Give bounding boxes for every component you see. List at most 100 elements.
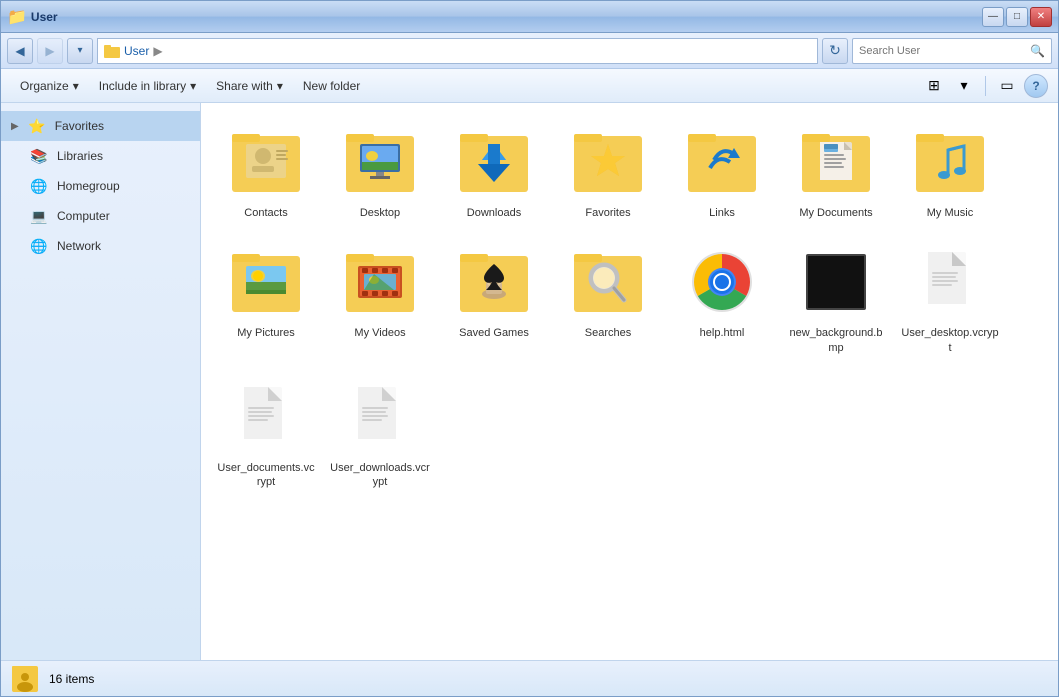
back-button[interactable]: ◀ (7, 38, 33, 64)
file-item-downloads[interactable]: Downloads (439, 113, 549, 229)
address-path[interactable]: User ▶ (97, 38, 818, 64)
mypictures-icon (226, 242, 306, 322)
userdownloads-label: User_downloads.vcrypt (330, 461, 430, 490)
sidebar-item-libraries[interactable]: 📚 Libraries (1, 141, 200, 171)
favorites-folder-label: Favorites (585, 206, 630, 220)
folder-icon: 📁 (7, 7, 27, 27)
file-item-newbg[interactable]: new_background.bmp (781, 233, 891, 364)
homegroup-icon: 🌐 (29, 176, 49, 196)
toolbar-right: ⊞ ▾ ▭ ? (921, 73, 1048, 99)
userdesktop-icon (910, 242, 990, 322)
favorites-arrow: ▶ (11, 121, 19, 132)
search-input[interactable] (859, 45, 1026, 57)
savedgames-label: Saved Games (459, 326, 529, 340)
search-box[interactable]: 🔍 (852, 38, 1052, 64)
libraries-icon: 📚 (29, 146, 49, 166)
file-grid: Contacts (201, 103, 1058, 660)
mypictures-label: My Pictures (237, 326, 294, 340)
sidebar: ▶ ⭐ Favorites 📚 Libraries 🌐 Homegroup 💻 … (1, 103, 201, 660)
search-icon: 🔍 (1030, 44, 1045, 58)
status-label: 16 items (49, 672, 94, 686)
file-item-userdesktop[interactable]: User_desktop.vcrypt (895, 233, 1005, 364)
network-label: Network (57, 239, 101, 253)
userdesktop-label: User_desktop.vcrypt (900, 326, 1000, 355)
dropdown-button[interactable]: ▾ (67, 38, 93, 64)
sidebar-item-favorites[interactable]: ▶ ⭐ Favorites (1, 111, 200, 141)
organize-button[interactable]: Organize ▾ (11, 73, 88, 99)
favorites-label: Favorites (55, 119, 104, 133)
userdocs-label: User_documents.vcrypt (216, 461, 316, 490)
file-item-userdocs[interactable]: User_documents.vcrypt (211, 368, 321, 499)
helphtml-icon (682, 242, 762, 322)
file-item-links[interactable]: Links (667, 113, 777, 229)
mydocuments-icon (796, 122, 876, 202)
address-bar: ◀ ▶ ▾ User ▶ ↻ 🔍 (1, 33, 1058, 69)
searches-label: Searches (585, 326, 631, 340)
desktop-icon (340, 122, 420, 202)
file-item-userdownloads[interactable]: User_downloads.vcrypt (325, 368, 435, 499)
contacts-label: Contacts (244, 206, 287, 220)
toolbar-separator (985, 76, 986, 96)
status-icon (11, 665, 39, 693)
path-folder-icon (104, 43, 120, 59)
title-bar-buttons: — □ ✕ (982, 7, 1052, 27)
file-item-myvideos[interactable]: My Videos (325, 233, 435, 364)
view-dropdown-button[interactable]: ▾ (951, 73, 977, 99)
view-icons-button[interactable]: ⊞ (921, 73, 947, 99)
file-item-mypictures[interactable]: My Pictures (211, 233, 321, 364)
path-chevron: ▶ (153, 44, 162, 58)
file-item-mymusic[interactable]: My Music (895, 113, 1005, 229)
status-bar: 16 items (1, 660, 1058, 696)
main-content: ▶ ⭐ Favorites 📚 Libraries 🌐 Homegroup 💻 … (1, 103, 1058, 660)
network-icon: 🌐 (29, 236, 49, 256)
file-item-searches[interactable]: Searches (553, 233, 663, 364)
computer-icon: 💻 (29, 206, 49, 226)
links-icon (682, 122, 762, 202)
userdocs-icon (226, 377, 306, 457)
toolbar: Organize ▾ Include in library ▾ Share wi… (1, 69, 1058, 103)
desktop-label: Desktop (360, 206, 400, 220)
computer-label: Computer (57, 209, 110, 223)
include-library-button[interactable]: Include in library ▾ (90, 73, 205, 99)
share-with-button[interactable]: Share with ▾ (207, 73, 292, 99)
file-item-savedgames[interactable]: Saved Games (439, 233, 549, 364)
sidebar-item-homegroup[interactable]: 🌐 Homegroup (1, 171, 200, 201)
mymusic-icon (910, 122, 990, 202)
links-label: Links (709, 206, 735, 220)
refresh-button[interactable]: ↻ (822, 38, 848, 64)
downloads-icon (454, 122, 534, 202)
file-explorer-window: 📁 User — □ ✕ ◀ ▶ ▾ User ▶ ↻ 🔍 Organize (0, 0, 1059, 697)
helphtml-label: help.html (700, 326, 745, 340)
preview-pane-button[interactable]: ▭ (994, 73, 1020, 99)
window-title: User (31, 10, 58, 24)
mydocuments-label: My Documents (799, 206, 872, 220)
favorites-icon: ⭐ (27, 116, 47, 136)
file-item-mydocuments[interactable]: My Documents (781, 113, 891, 229)
myvideos-icon (340, 242, 420, 322)
forward-button[interactable]: ▶ (37, 38, 63, 64)
file-item-helphtml[interactable]: help.html (667, 233, 777, 364)
userdownloads-icon (340, 377, 420, 457)
searches-icon (568, 242, 648, 322)
file-item-favorites[interactable]: Favorites (553, 113, 663, 229)
file-item-desktop[interactable]: Desktop (325, 113, 435, 229)
path-user-label: User (124, 44, 149, 58)
newbg-icon (796, 242, 876, 322)
file-item-contacts[interactable]: Contacts (211, 113, 321, 229)
favorites-folder-icon (568, 122, 648, 202)
sidebar-item-network[interactable]: 🌐 Network (1, 231, 200, 261)
libraries-label: Libraries (57, 149, 103, 163)
myvideos-label: My Videos (354, 326, 405, 340)
newbg-label: new_background.bmp (786, 326, 886, 355)
close-button[interactable]: ✕ (1030, 7, 1052, 27)
contacts-icon (226, 122, 306, 202)
homegroup-label: Homegroup (57, 179, 120, 193)
savedgames-icon (454, 242, 534, 322)
new-folder-button[interactable]: New folder (294, 73, 369, 99)
minimize-button[interactable]: — (982, 7, 1004, 27)
sidebar-item-computer[interactable]: 💻 Computer (1, 201, 200, 231)
maximize-button[interactable]: □ (1006, 7, 1028, 27)
help-button[interactable]: ? (1024, 74, 1048, 98)
mymusic-label: My Music (927, 206, 973, 220)
downloads-label: Downloads (467, 206, 521, 220)
